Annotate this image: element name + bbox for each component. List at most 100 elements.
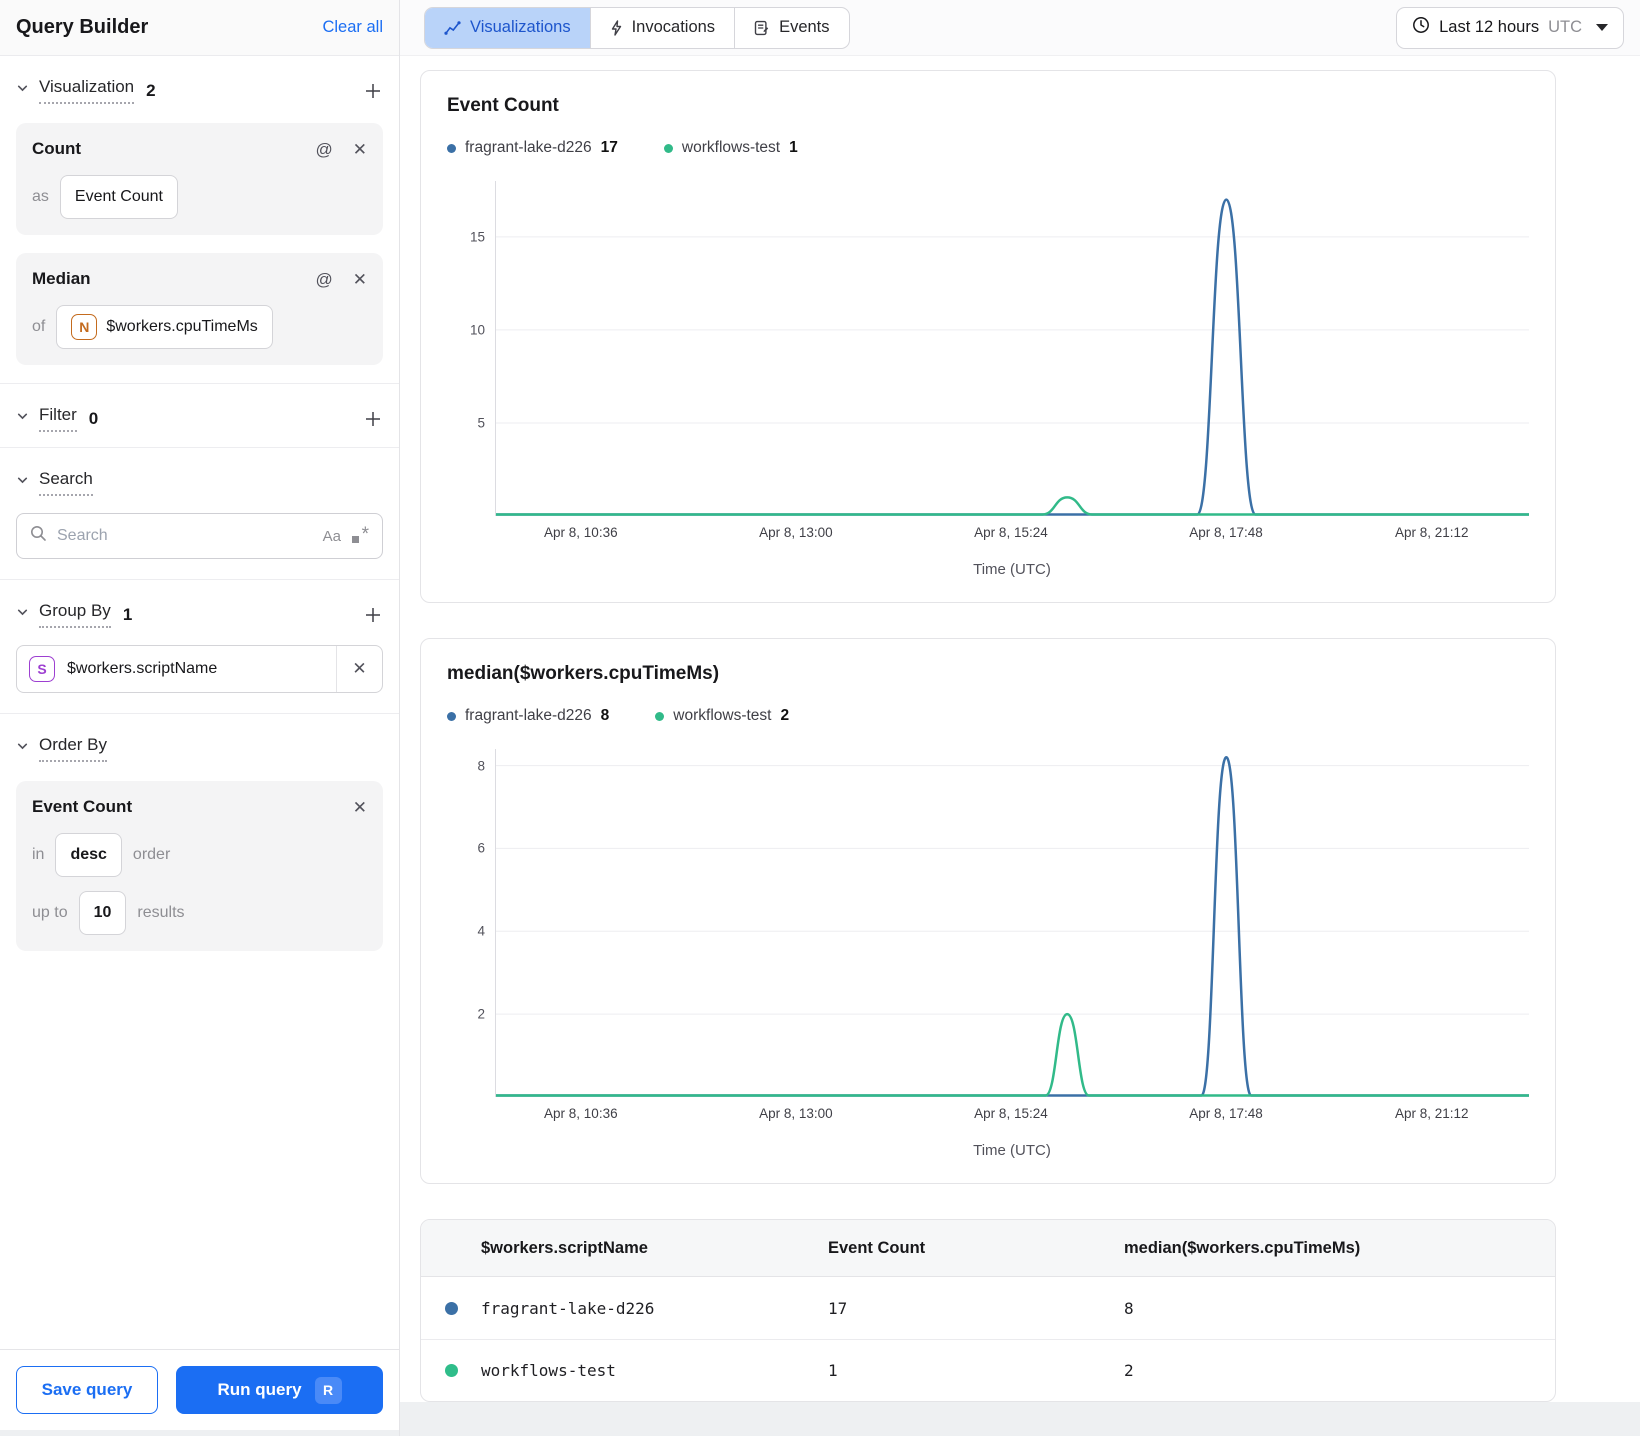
up-to-label: up to [32, 904, 68, 921]
search-icon [30, 525, 47, 547]
filter-section-label: Filter [39, 405, 77, 432]
add-visualization-button[interactable] [363, 81, 383, 101]
add-group-by-button[interactable] [363, 605, 383, 625]
document-icon [754, 20, 770, 36]
add-filter-button[interactable] [363, 409, 383, 429]
group-by-field-label: $workers.scriptName [67, 660, 218, 677]
x-tick-label: Apr 8, 21:12 [1395, 525, 1469, 540]
table-header-row: $workers.scriptName Event Count median($… [421, 1220, 1555, 1277]
section-filter: Filter 0 [0, 384, 399, 448]
sidebar-footer: Save query Run query R [0, 1349, 399, 1430]
of-label: of [32, 318, 46, 335]
bottom-strip [400, 1402, 1640, 1436]
match-case-icon[interactable]: Aa [323, 528, 341, 545]
group-by-item[interactable]: S $workers.scriptName ✕ [16, 645, 383, 693]
as-label: as [32, 188, 49, 205]
legend-dot [663, 143, 673, 153]
caret-down-icon [1596, 24, 1608, 31]
bottom-strip [0, 1430, 399, 1436]
legend-item[interactable]: fragrant-lake-d226 8 [447, 707, 609, 725]
legend-dot [447, 143, 456, 153]
x-tick-label: Apr 8, 13:00 [759, 525, 833, 540]
tab-invocations[interactable]: Invocations [589, 7, 734, 48]
x-tick-label: Apr 8, 13:00 [759, 1106, 833, 1121]
group-by-section-label: Group By [39, 601, 111, 628]
search-input[interactable] [57, 527, 313, 545]
legend-item[interactable]: workflows-test 2 [655, 707, 789, 725]
number-type-icon: N [71, 314, 98, 340]
chevron-down-icon[interactable] [16, 474, 29, 492]
plot-wrap: 2 4 6 8 [447, 749, 1529, 1097]
section-visualization: Visualization 2 Count @ ✕ as Event Count… [0, 56, 399, 384]
x-tick-label: Apr 8, 10:36 [544, 525, 618, 540]
save-query-button[interactable]: Save query [16, 1366, 158, 1414]
chart-title: Event Count [447, 95, 559, 116]
order-by-field: Event Count [32, 797, 133, 816]
legend-item[interactable]: workflows-test 1 [663, 139, 798, 157]
filter-count: 0 [88, 408, 99, 428]
count-card-title: Count [32, 139, 82, 158]
col-script-name: $workers.scriptName [481, 1238, 648, 1257]
order-by-card: Event Count ✕ in desc order up to 10 res… [16, 781, 383, 951]
order-by-section-label: Order By [39, 735, 108, 762]
x-axis-title: Time (UTC) [973, 1142, 1051, 1159]
tab-visualizations[interactable]: Visualizations [425, 7, 590, 48]
chevron-down-icon[interactable] [16, 606, 29, 624]
x-tick-label: Apr 8, 21:12 [1395, 1106, 1469, 1121]
x-tick-label: Apr 8, 17:48 [1189, 1106, 1263, 1121]
close-icon[interactable]: ✕ [353, 271, 367, 288]
query-builder-sidebar: Query Builder Clear all Visualization 2 … [0, 0, 400, 1436]
visualization-section-label: Visualization [39, 77, 135, 104]
col-median: median($workers.cpuTimeMs) [1124, 1238, 1361, 1257]
chevron-down-icon[interactable] [16, 740, 29, 758]
close-icon[interactable]: ✕ [353, 799, 367, 816]
run-query-button[interactable]: Run query R [176, 1366, 383, 1414]
clear-all-button[interactable]: Clear all [322, 18, 383, 37]
visualization-count: 2 [146, 80, 156, 100]
median-field-selector[interactable]: N $workers.cpuTimeMs [56, 305, 273, 349]
limit-input[interactable]: 10 [78, 891, 127, 935]
tab-events[interactable]: Events [734, 7, 848, 48]
plot-wrap: 5 10 15 [447, 181, 1529, 516]
results-label: results [137, 904, 185, 921]
remove-group-by-button[interactable]: ✕ [336, 646, 382, 692]
order-label: order [132, 846, 171, 863]
table-row: workflows-test 1 2 [421, 1339, 1555, 1401]
visualization-card-median: Median @ ✕ of N $workers.cpuTimeMs [16, 253, 383, 365]
series-dot [444, 1301, 458, 1315]
y-tick-label: 4 [477, 923, 485, 939]
chart-legend: fragrant-lake-d226 17 workflows-test 1 [447, 139, 1529, 157]
clock-icon [1412, 16, 1430, 39]
sort-direction-selector[interactable]: desc [55, 833, 122, 877]
close-icon[interactable]: ✕ [353, 141, 367, 158]
count-alias-field[interactable]: Event Count [59, 175, 178, 219]
x-tick-label: Apr 8, 15:24 [974, 1106, 1048, 1121]
legend-item[interactable]: fragrant-lake-d226 17 [447, 139, 618, 157]
run-query-shortcut-badge: R [314, 1376, 342, 1404]
y-tick-label: 5 [477, 415, 485, 431]
page-title: Query Builder [16, 16, 149, 38]
at-icon[interactable]: @ [315, 271, 332, 288]
event-count-plot [495, 181, 1529, 516]
chevron-down-icon[interactable] [16, 410, 29, 428]
sidebar-body: Visualization 2 Count @ ✕ as Event Count… [0, 56, 399, 1349]
x-tick-label: Apr 8, 15:24 [974, 525, 1048, 540]
topbar: Visualizations Invocations Events Last 1… [400, 0, 1640, 56]
median-cpu-plot [495, 749, 1529, 1097]
section-group-by: Group By 1 S $workers.scriptName ✕ [0, 580, 399, 714]
median-card-title: Median [32, 269, 91, 288]
section-order-by: Order By Event Count ✕ in desc order up … [0, 714, 399, 969]
event-count-chart-card: Event Count fragrant-lake-d226 17 workfl… [420, 70, 1556, 603]
table-row: fragrant-lake-d226 17 8 [421, 1277, 1555, 1339]
x-axis-labels: Apr 8, 10:36 Apr 8, 13:00 Apr 8, 15:24 Apr … [495, 525, 1529, 545]
col-event-count: Event Count [828, 1238, 926, 1257]
median-cpu-chart-card: median($workers.cpuTimeMs) fragrant-lake… [420, 638, 1556, 1184]
regex-icon[interactable]: * [351, 524, 369, 545]
view-tabs: Visualizations Invocations Events [424, 6, 850, 49]
x-axis-title: Time (UTC) [973, 561, 1051, 578]
chevron-down-icon[interactable] [16, 82, 29, 100]
legend-dot [447, 711, 456, 721]
section-search: Search Aa * [0, 448, 399, 580]
time-range-dropdown[interactable]: Last 12 hours UTC [1396, 6, 1624, 49]
at-icon[interactable]: @ [315, 141, 332, 158]
